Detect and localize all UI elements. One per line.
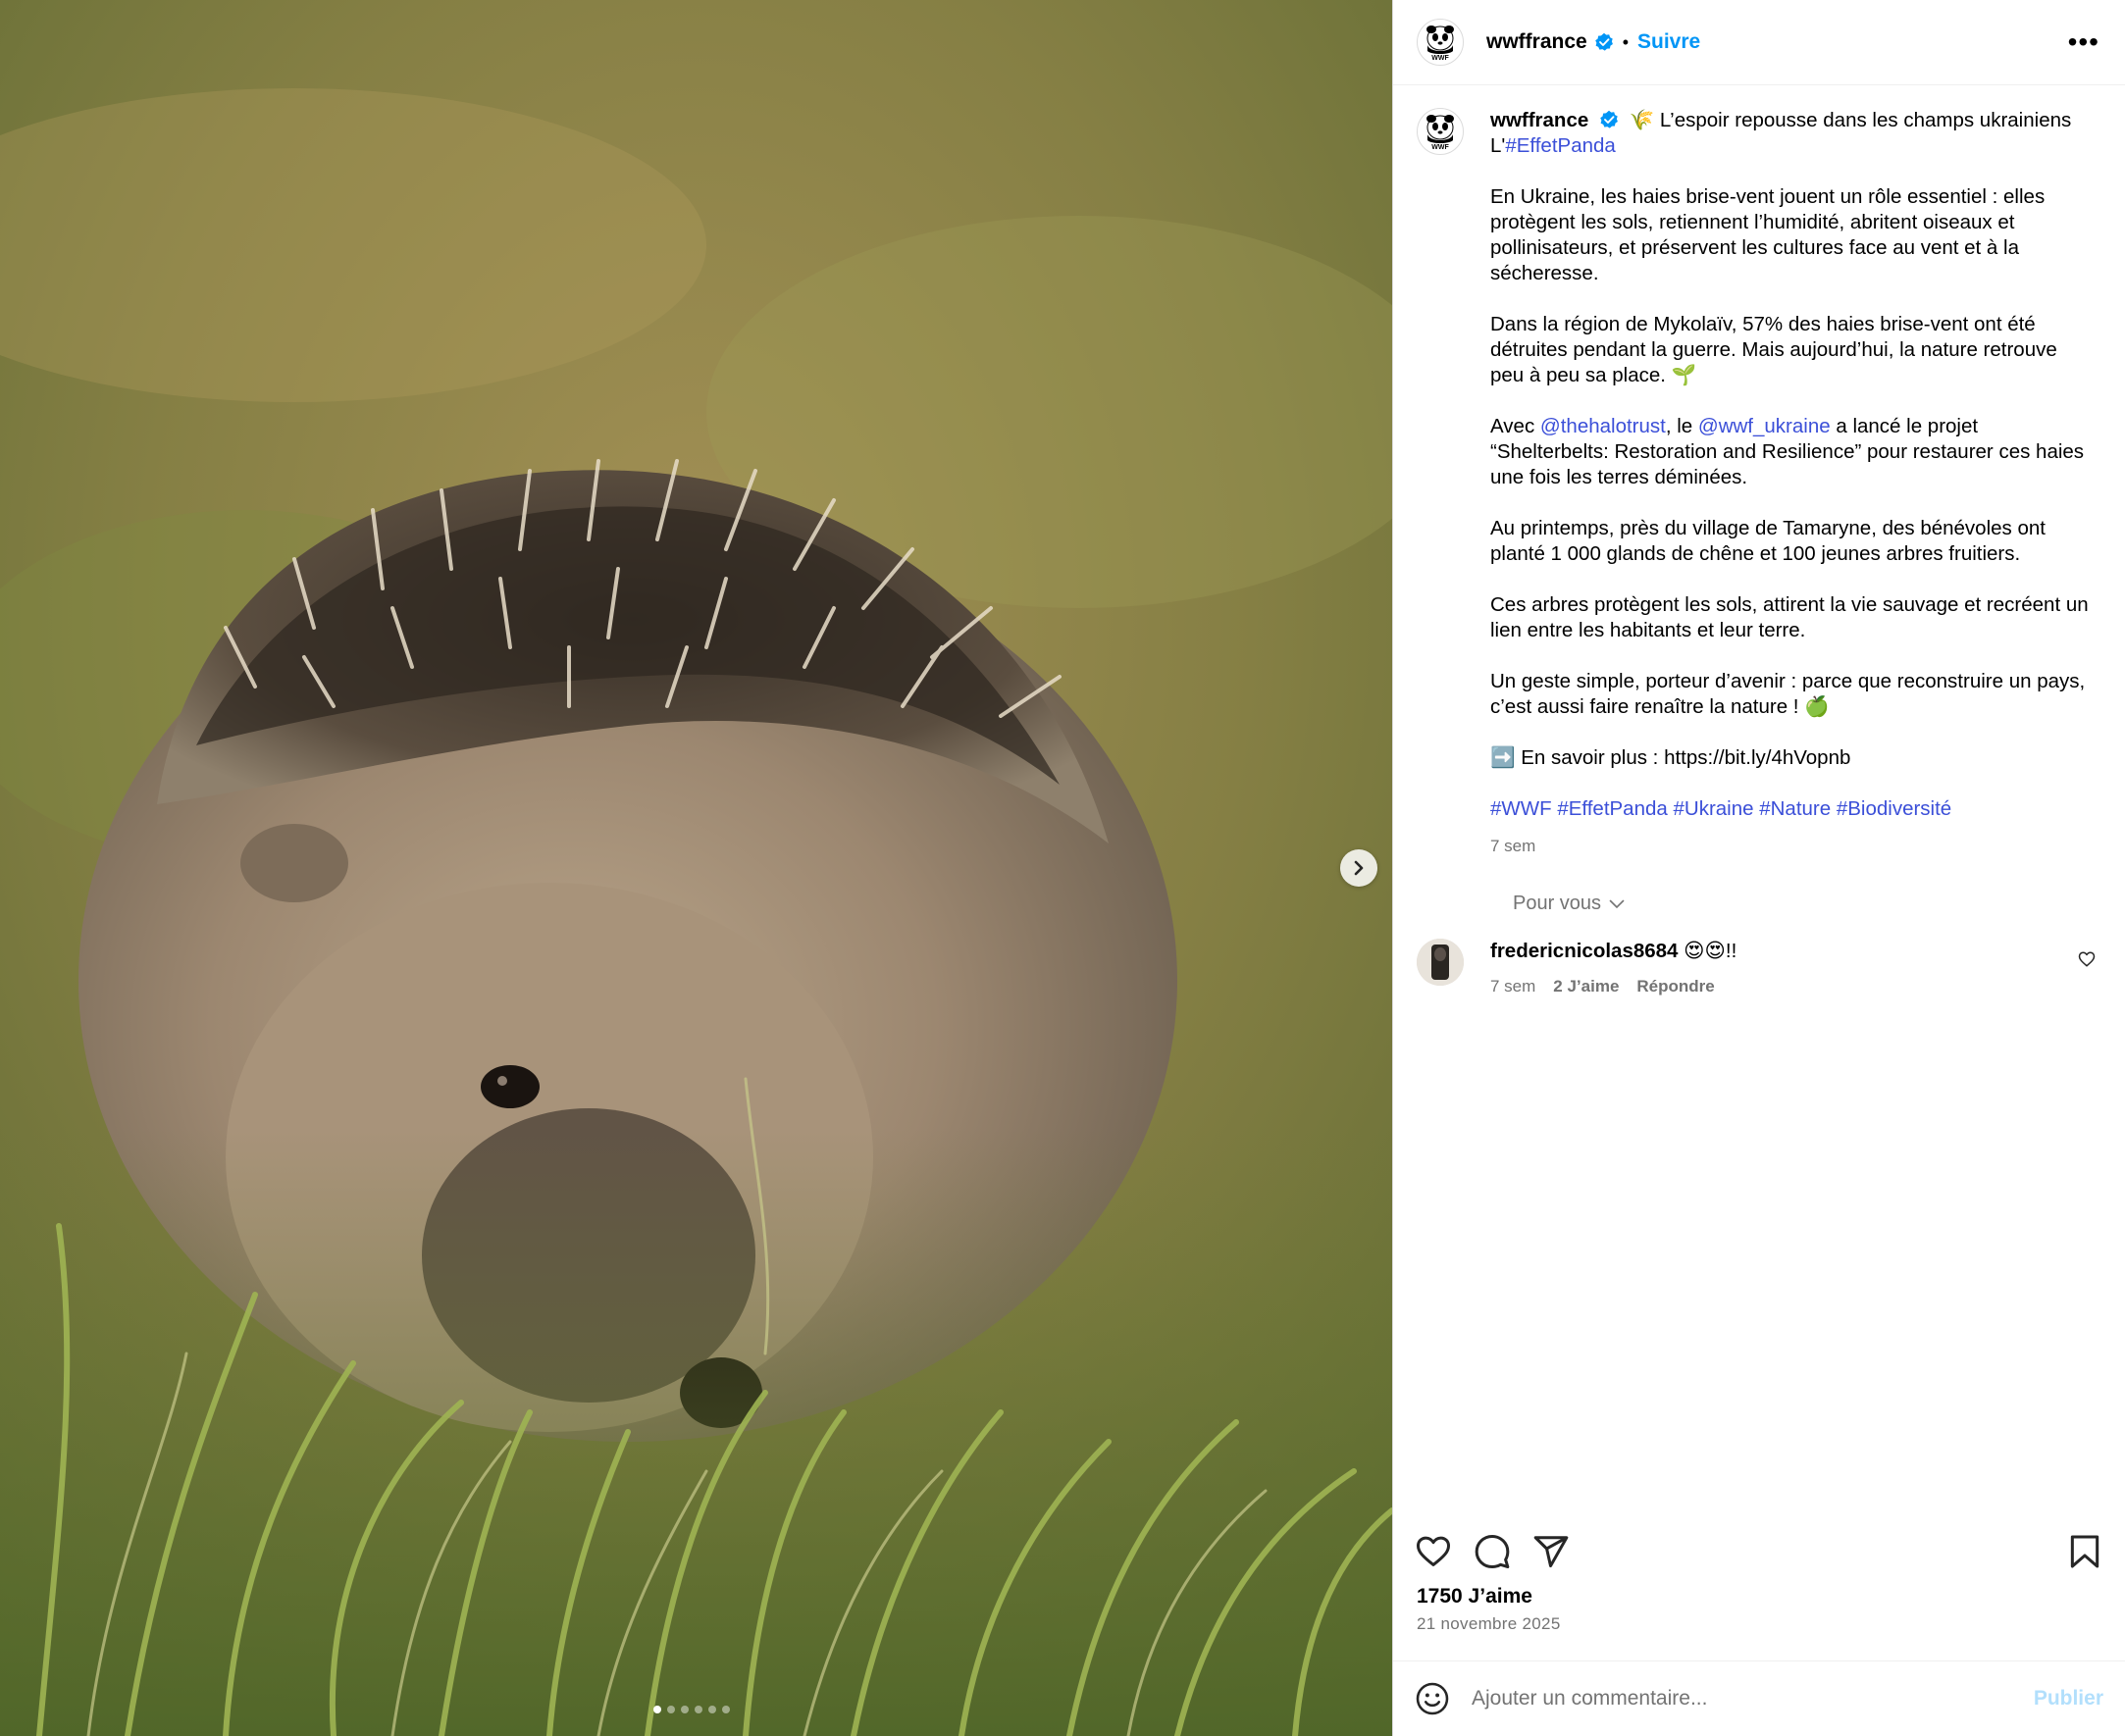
caption-paragraph: Au printemps, près du village de Tamaryn…	[1490, 517, 2046, 565]
chevron-down-icon	[1609, 899, 1625, 908]
comment-input[interactable]	[1472, 1687, 2034, 1710]
comment-likes[interactable]: 2 J’aime	[1553, 974, 1619, 999]
emoji-smiley-icon[interactable]	[1415, 1681, 1450, 1716]
caption-avatar[interactable]: WWF	[1417, 108, 1464, 155]
carousel-indicator	[653, 1706, 730, 1713]
likes-count[interactable]: 1750 J’aime	[1393, 1585, 2125, 1608]
comment-item: fredericnicolas8684 😍😍!! 7 sem 2 J’aime …	[1417, 939, 2101, 999]
comment-bubble-icon[interactable]	[1474, 1533, 1511, 1570]
commenter-username[interactable]: fredericnicolas8684	[1490, 940, 1678, 962]
caption-title-emoji: 🌾	[1629, 109, 1655, 131]
carousel-dot	[667, 1706, 675, 1713]
wwf-panda-logo-icon: WWF	[1426, 115, 1454, 150]
comment-filter-dropdown[interactable]: Pour vous	[1513, 893, 2101, 915]
caption-text-fragment: , le	[1665, 415, 1698, 437]
post-footer: 1750 J’aime 21 novembre 2025	[1393, 1528, 2125, 1634]
bookmark-icon[interactable]	[2066, 1533, 2103, 1570]
comment-like-heart-icon[interactable]	[2078, 950, 2096, 968]
svg-text:WWF: WWF	[1431, 55, 1449, 61]
carousel-dot	[681, 1706, 689, 1713]
svg-text:WWF: WWF	[1431, 144, 1449, 150]
carousel-dot	[708, 1706, 716, 1713]
comments-section: WWF wwffrance 🌾 L’espoir repousse dans l…	[1393, 86, 2125, 1528]
hashtags-line[interactable]: #WWF #EffetPanda #Ukraine #Nature #Biodi…	[1490, 796, 2089, 822]
commenter-avatar[interactable]	[1417, 939, 1464, 986]
comment-text: 😍😍!!	[1684, 940, 1737, 962]
publish-button[interactable]: Publier	[2034, 1687, 2103, 1710]
mention-link[interactable]: @thehalotrust	[1540, 415, 1666, 437]
carousel-dot	[722, 1706, 730, 1713]
post-date[interactable]: 21 novembre 2025	[1393, 1614, 2125, 1634]
caption-paragraph: En Ukraine, les haies brise-vent jouent …	[1490, 185, 2046, 284]
caption-username[interactable]: wwffrance	[1490, 109, 1588, 131]
wwf-panda-logo-icon: WWF	[1426, 26, 1454, 61]
caption-text-fragment: Avec	[1490, 415, 1540, 437]
hashtag-link[interactable]: #EffetPanda	[1505, 134, 1615, 157]
add-comment-bar: Publier	[1393, 1660, 2125, 1736]
caption-paragraph: Avec @thehalotrust, le @wwf_ukraine a la…	[1490, 414, 2089, 490]
like-heart-icon[interactable]	[1415, 1533, 1452, 1570]
carousel-dot	[653, 1706, 661, 1713]
caption-paragraph: Dans la région de Mykolaïv, 57% des haie…	[1490, 313, 2057, 386]
user-photo-icon	[1417, 939, 1464, 986]
comment-timestamp[interactable]: 7 sem	[1490, 974, 1535, 999]
comment-filter-label: Pour vous	[1513, 893, 1602, 914]
carousel-next-button[interactable]	[1340, 849, 1377, 887]
header-username[interactable]: wwffrance	[1486, 30, 1587, 54]
avatar[interactable]: WWF	[1417, 19, 1464, 66]
post-side-panel: WWF wwffrance • Suivre ••• WWF wwffrance…	[1392, 0, 2125, 1736]
post-photo[interactable]	[0, 0, 1392, 1736]
separator-dot: •	[1622, 31, 1630, 52]
caption-paragraph: Ces arbres protègent les sols, attirent …	[1490, 593, 2089, 641]
caption-link-line[interactable]: ➡️ En savoir plus : https://bit.ly/4hVop…	[1490, 745, 2089, 771]
reply-button[interactable]: Répondre	[1636, 974, 1714, 999]
caption-timestamp[interactable]: 7 sem	[1490, 834, 2089, 859]
caption: WWF wwffrance 🌾 L’espoir repousse dans l…	[1417, 108, 2101, 859]
chevron-right-icon	[1354, 860, 1364, 876]
mention-link[interactable]: @wwf_ukraine	[1698, 415, 1831, 437]
caption-text: wwffrance 🌾 L’espoir repousse dans les c…	[1490, 108, 2089, 859]
post-header: WWF wwffrance • Suivre •••	[1393, 0, 2125, 85]
carousel-dot	[695, 1706, 702, 1713]
more-options-icon[interactable]: •••	[2068, 28, 2099, 56]
action-bar	[1393, 1528, 2125, 1575]
verified-badge-icon	[1594, 32, 1613, 51]
verified-badge-icon	[1600, 110, 1618, 128]
caption-paragraph: Un geste simple, porteur d’avenir : parc…	[1490, 670, 2086, 718]
share-send-icon[interactable]	[1532, 1533, 1570, 1570]
follow-button[interactable]: Suivre	[1637, 30, 1700, 54]
hedgehog-photo	[0, 0, 1392, 1736]
